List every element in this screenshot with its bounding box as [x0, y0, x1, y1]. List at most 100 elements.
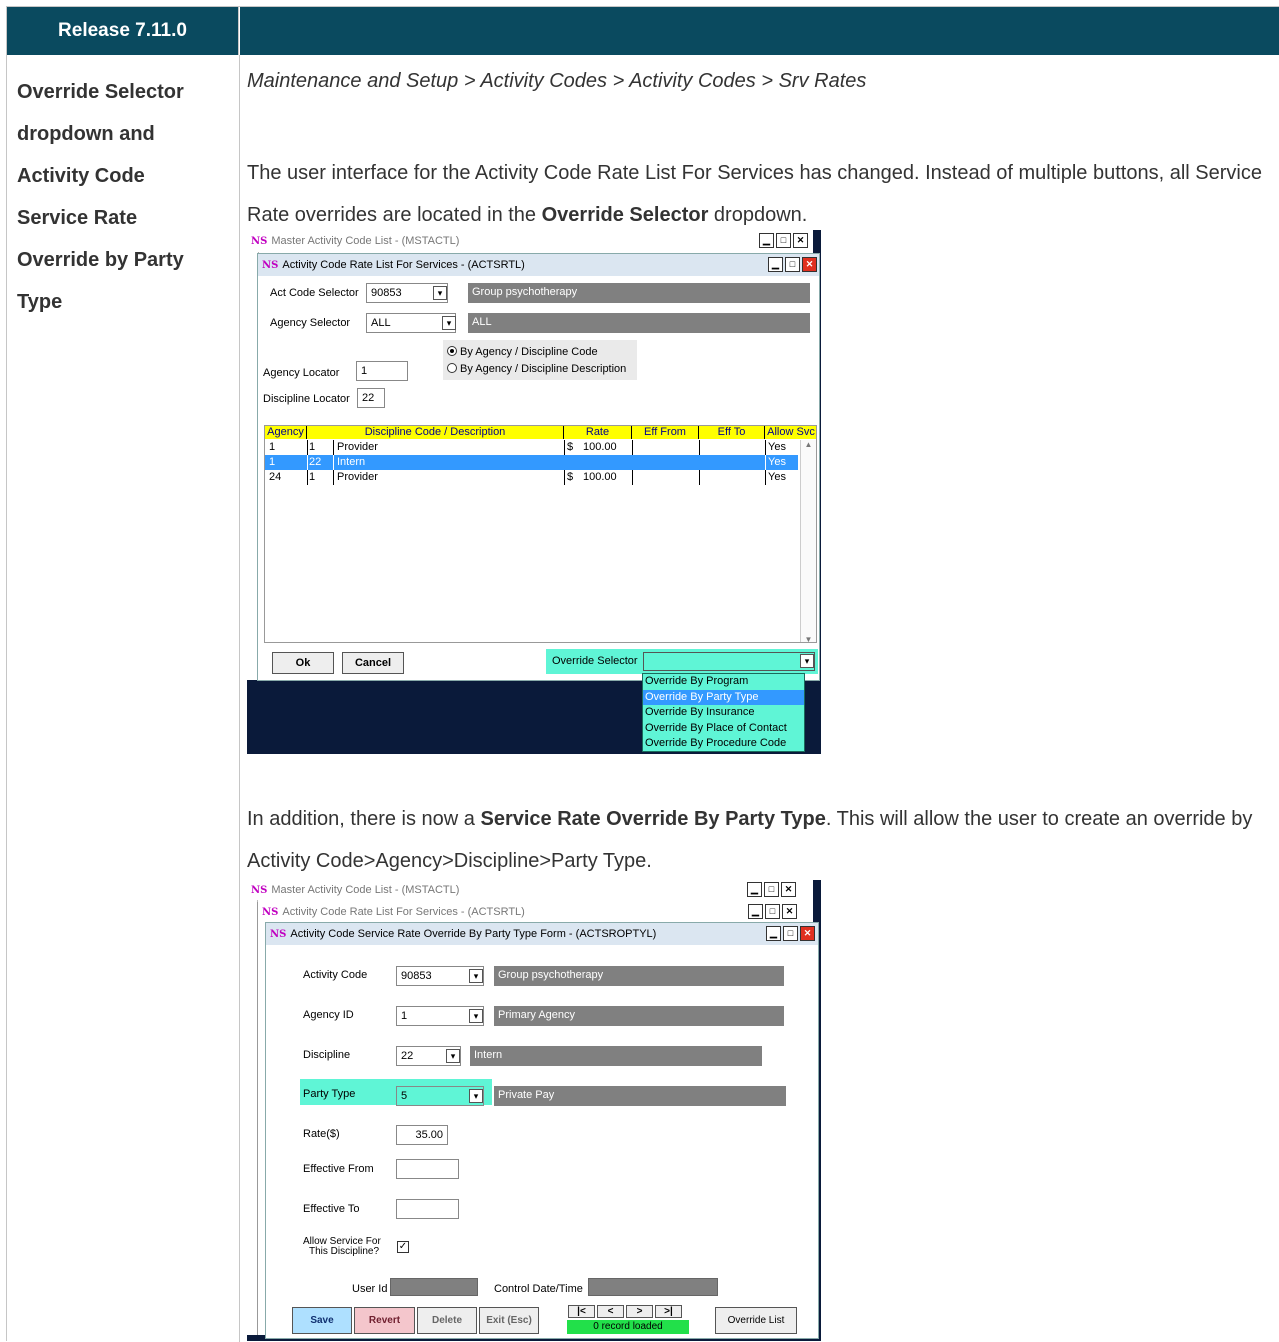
cell-description: Provider	[337, 441, 378, 453]
close-icon[interactable]: ✕	[793, 233, 808, 248]
feature-title-line: dropdown and	[17, 123, 155, 145]
rate-input[interactable]: 35.00	[396, 1125, 448, 1145]
first-record-button[interactable]: |<	[568, 1305, 595, 1318]
close-icon[interactable]: ✕	[800, 926, 815, 941]
dropdown-option[interactable]: Override By Procedure Code	[643, 736, 804, 752]
ns-logo-icon: NS	[270, 928, 287, 940]
chevron-down-icon[interactable]: ▾	[469, 1009, 483, 1023]
feature-title-line: Activity Code	[17, 165, 145, 187]
minimize-icon[interactable]: ▁	[748, 904, 763, 919]
effective-to-input[interactable]	[396, 1199, 459, 1219]
chevron-down-icon[interactable]: ▾	[469, 969, 483, 983]
allow-service-checkbox[interactable]: ✓	[397, 1241, 409, 1253]
grid-header[interactable]: Eff From	[632, 426, 699, 439]
cell-code: 1	[309, 471, 316, 483]
discipline-locator-input[interactable]: 22	[357, 388, 385, 408]
prev-record-button[interactable]: <	[597, 1305, 624, 1318]
control-date-label: Control Date/Time	[494, 1283, 583, 1295]
chevron-down-icon[interactable]: ▾	[446, 1049, 460, 1063]
next-record-button[interactable]: >	[626, 1305, 653, 1318]
effective-from-input[interactable]	[396, 1159, 459, 1179]
override-list-button[interactable]: Override List	[715, 1307, 797, 1334]
grid-header[interactable]: Discipline Code / Description	[307, 426, 564, 439]
feature-title-line: Override by Party	[17, 249, 184, 271]
minimize-icon[interactable]: ▁	[759, 233, 774, 248]
grid-header[interactable]: Agency	[265, 426, 307, 439]
exit-button[interactable]: Exit (Esc)	[479, 1307, 539, 1334]
cell-currency: $	[567, 441, 574, 453]
radio-empty-icon[interactable]	[447, 363, 457, 373]
paragraph-text: dropdown.	[708, 204, 808, 226]
paragraph-bold: Override Selector	[541, 204, 709, 226]
paragraph-text: In addition, there is now a	[247, 808, 481, 830]
cell-code: 1	[309, 441, 316, 453]
feature-title-line: Service Rate	[17, 207, 138, 229]
allow-label-line: This Discipline?	[309, 1246, 380, 1257]
grid-header[interactable]: Allow Svc	[765, 426, 816, 439]
agency-locator-input[interactable]: 1	[356, 361, 408, 381]
minimize-icon[interactable]: ▁	[747, 882, 762, 897]
chevron-down-icon[interactable]: ▾	[800, 654, 814, 668]
scroll-up-icon[interactable]: ▲	[801, 440, 816, 449]
chevron-down-icon[interactable]: ▾	[433, 286, 447, 300]
chevron-down-icon[interactable]: ▾	[469, 1089, 483, 1103]
party-type-form-window: NS Activity Code Service Rate Override B…	[265, 922, 819, 1339]
cancel-button[interactable]: Cancel	[342, 652, 404, 674]
radio-label: By Agency / Discipline Code	[460, 346, 598, 358]
maximize-icon[interactable]: □	[783, 926, 798, 941]
grid-scrollbar[interactable]: ▲ ▼	[800, 440, 816, 642]
dropdown-option[interactable]: Override By Place of Contact	[643, 721, 804, 737]
dropdown-option[interactable]: Override By Insurance	[643, 705, 804, 721]
screenshot-party-type-form: NS Master Activity Code List - (MSTACTL)…	[247, 880, 821, 1341]
minimize-icon[interactable]: ▁	[766, 926, 781, 941]
control-date-field	[588, 1278, 718, 1296]
minimize-icon[interactable]: ▁	[768, 257, 783, 272]
screenshot-rate-list: NS Master Activity Code List - (MSTACTL)…	[247, 230, 821, 754]
override-select[interactable]	[643, 652, 815, 671]
delete-button[interactable]: Delete	[417, 1307, 477, 1334]
activity-code-description: Group psychotherapy	[494, 966, 784, 986]
agency-description: Primary Agency	[494, 1006, 784, 1026]
feature-title-cell: Override Selector dropdown and Activity …	[7, 55, 240, 1342]
maximize-icon[interactable]: □	[765, 904, 780, 919]
chevron-down-icon[interactable]: ▾	[442, 316, 456, 330]
cell-code: 22	[309, 456, 322, 468]
dropdown-option-selected[interactable]: Override By Party Type	[643, 689, 804, 705]
maximize-icon[interactable]: □	[776, 233, 791, 248]
rate-grid[interactable]: Agency Discipline Code / Description Rat…	[264, 425, 817, 643]
radio-by-code[interactable]: By Agency / Discipline Code	[447, 346, 598, 358]
radio-by-description[interactable]: By Agency / Discipline Description	[447, 363, 626, 375]
paragraph-ui-change: The user interface for the Activity Code…	[247, 152, 1277, 236]
maximize-icon[interactable]: □	[785, 257, 800, 272]
grid-header[interactable]: Eff To	[699, 426, 765, 439]
close-icon[interactable]: ✕	[802, 257, 817, 272]
maximize-icon[interactable]: □	[764, 882, 779, 897]
act-code-label: Act Code Selector	[270, 287, 359, 299]
window-title: Activity Code Rate List For Services - (…	[282, 906, 525, 918]
override-selector[interactable]: Override Selector ▾	[546, 649, 818, 674]
user-id-label: User Id	[352, 1283, 388, 1295]
table-row[interactable]: 1 1 Provider $ 100.00 Yes	[265, 440, 815, 455]
agency-description: ALL	[468, 313, 810, 333]
table-row-selected[interactable]: 1 22 Intern Yes	[265, 455, 798, 470]
close-icon[interactable]: ✕	[781, 882, 796, 897]
party-type-description: Private Pay	[494, 1086, 786, 1106]
grid-header[interactable]: Rate	[564, 426, 632, 439]
ok-button[interactable]: Ok	[272, 652, 334, 674]
allow-service-label: Allow Service For This Discipline?	[303, 1237, 381, 1257]
window-title: Activity Code Rate List For Services - (…	[282, 259, 525, 271]
table-row[interactable]: 24 1 Provider $ 100.00 Yes	[265, 470, 815, 485]
ns-logo-icon: NS	[251, 884, 268, 896]
effective-from-label: Effective From	[303, 1163, 374, 1175]
close-icon[interactable]: ✕	[782, 904, 797, 919]
scroll-down-icon[interactable]: ▼	[801, 635, 816, 642]
save-button[interactable]: Save	[292, 1307, 352, 1334]
feature-title-line: Override Selector	[17, 81, 184, 103]
dropdown-option[interactable]: Override By Program	[643, 674, 804, 690]
discipline-locator-label: Discipline Locator	[263, 393, 350, 405]
radio-selected-icon[interactable]	[447, 346, 457, 356]
last-record-button[interactable]: >|	[655, 1305, 682, 1318]
radio-label: By Agency / Discipline Description	[460, 363, 627, 375]
cell-agency: 1	[269, 456, 276, 468]
revert-button[interactable]: Revert	[354, 1307, 415, 1334]
